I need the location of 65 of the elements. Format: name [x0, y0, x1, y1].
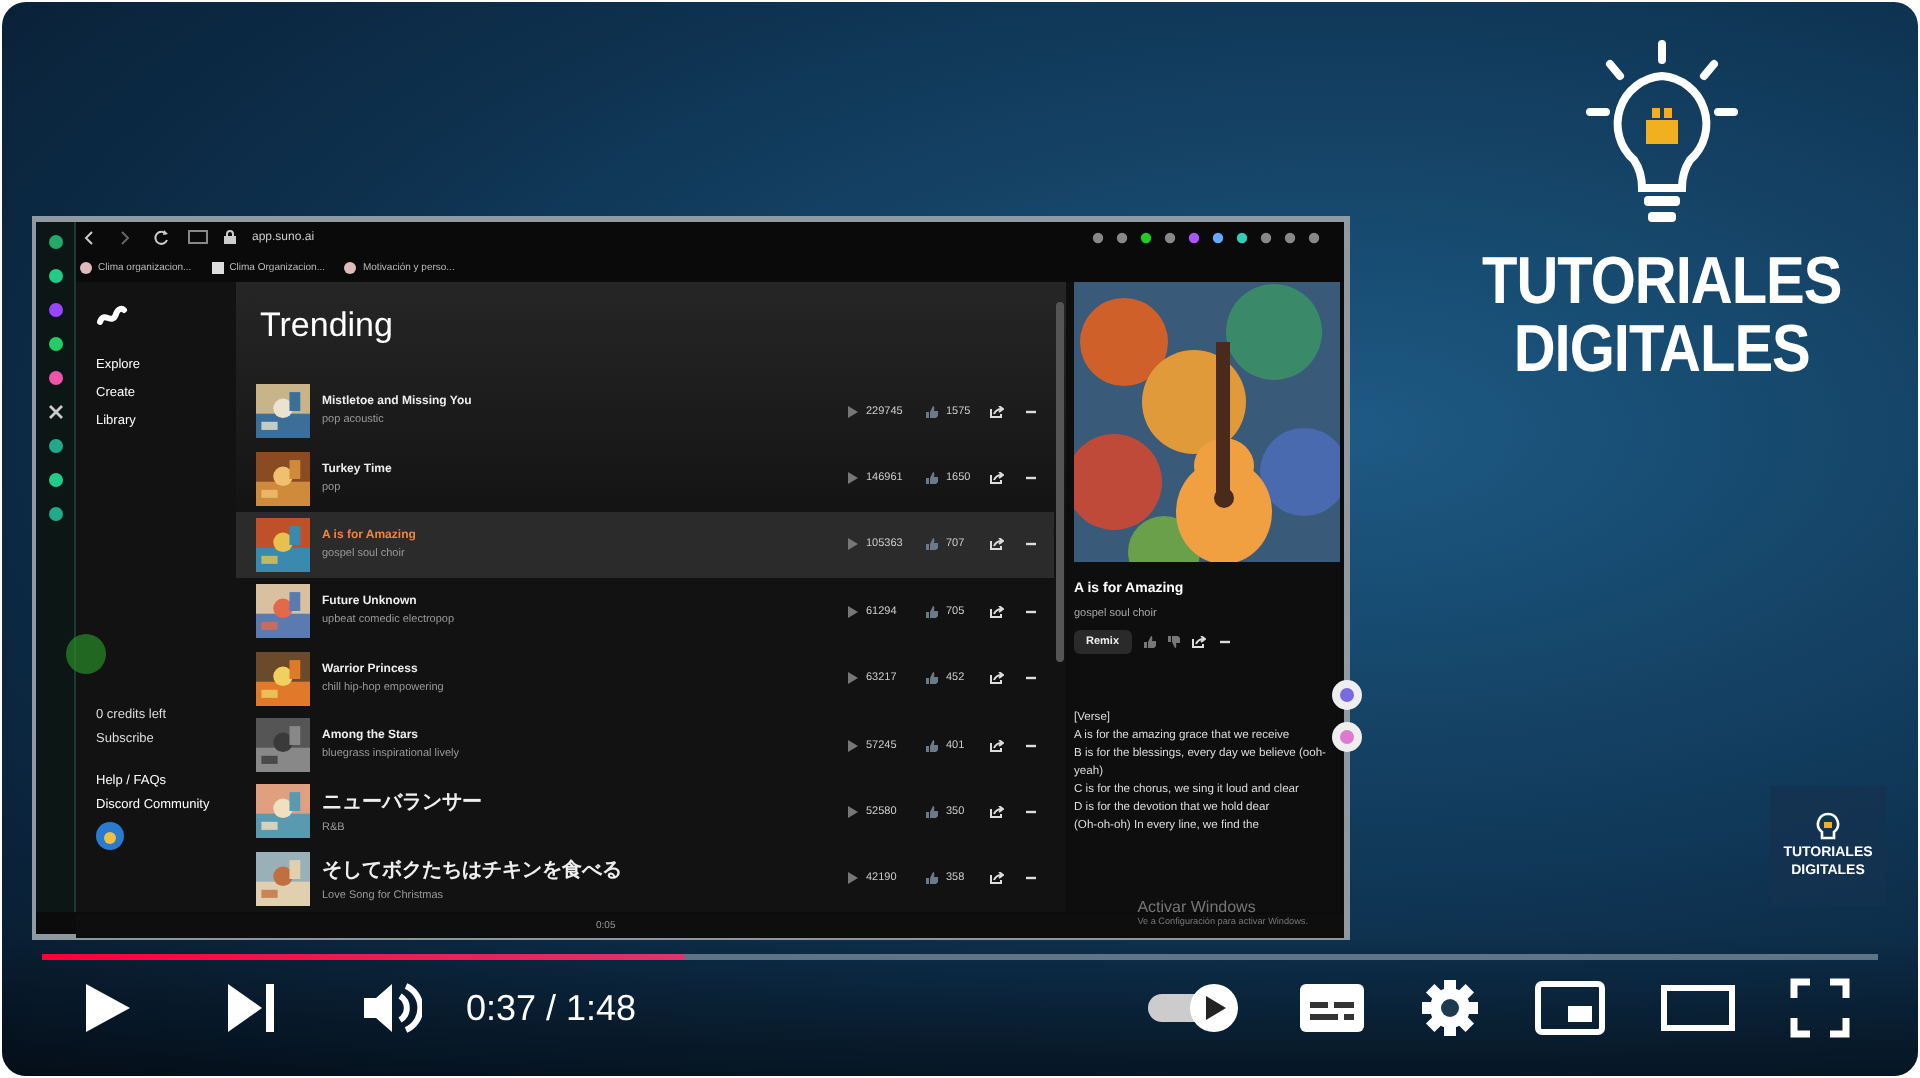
sidebar-app-icon[interactable]: [47, 336, 63, 352]
more-icon[interactable]: [1024, 805, 1038, 818]
scrollbar[interactable]: [1056, 302, 1064, 662]
subtitles-icon[interactable]: [1298, 982, 1366, 1034]
share-icon[interactable]: [990, 538, 1004, 551]
volume-icon[interactable]: [362, 980, 422, 1036]
logo-icon[interactable]: [96, 302, 128, 330]
thumbs-up-icon[interactable]: [926, 538, 938, 551]
share-icon[interactable]: [1191, 636, 1206, 648]
activation-title: Activar Windows: [1137, 898, 1258, 916]
app-icon: [1340, 688, 1354, 702]
thumbs-up-icon[interactable]: [926, 605, 938, 618]
sidebar-app-icon[interactable]: [47, 506, 63, 522]
settings-icon[interactable]: [1420, 978, 1480, 1038]
sidebar-app-icon[interactable]: [47, 234, 63, 250]
avatar-icon[interactable]: [96, 822, 124, 850]
thumbs-up-icon[interactable]: [926, 805, 938, 818]
thumbs-up-icon[interactable]: [926, 672, 938, 685]
theater-mode-icon[interactable]: [1660, 984, 1736, 1032]
floating-button[interactable]: [1332, 722, 1362, 752]
lock-icon: [224, 230, 236, 244]
share-icon[interactable]: [990, 672, 1004, 685]
thumbs-down-icon[interactable]: [1167, 636, 1180, 648]
floating-button[interactable]: [1332, 680, 1362, 710]
more-icon[interactable]: [1024, 405, 1038, 418]
share-icon[interactable]: [990, 805, 1004, 818]
sidebar-app-icon[interactable]: [47, 268, 63, 284]
bookmark-icon: [344, 261, 357, 273]
share-icon[interactable]: [990, 605, 1004, 618]
app-icon: [1340, 730, 1354, 744]
more-icon[interactable]: [1024, 605, 1038, 618]
share-icon[interactable]: [990, 872, 1004, 885]
more-icon[interactable]: [1024, 739, 1038, 752]
thumbs-up-icon[interactable]: [926, 405, 938, 418]
more-icon[interactable]: [1024, 538, 1038, 551]
more-icon[interactable]: [1024, 472, 1038, 485]
lightbulb-icon: [1816, 812, 1840, 844]
sidebar-app-icon[interactable]: [47, 438, 63, 454]
fullscreen-icon[interactable]: [1790, 978, 1850, 1038]
autoplay-toggle[interactable]: [1144, 982, 1244, 1034]
next-icon[interactable]: [224, 982, 276, 1034]
share-icon[interactable]: [990, 472, 1004, 485]
share-icon[interactable]: [990, 405, 1004, 418]
miniplayer-icon[interactable]: [1534, 980, 1606, 1036]
bookmark-icon: [211, 261, 224, 273]
more-icon[interactable]: [1024, 872, 1038, 885]
bookmark-icon: [80, 261, 92, 273]
page-title: Trending: [260, 306, 393, 346]
video-player[interactable]: [2, 2, 1918, 1076]
thumbs-up-icon[interactable]: [926, 872, 938, 885]
sidebar-app-icon[interactable]: [47, 472, 63, 488]
more-icon[interactable]: [1024, 672, 1038, 685]
more-icon[interactable]: [1217, 636, 1232, 648]
play-icon[interactable]: [82, 980, 134, 1036]
sidebar-app-icon[interactable]: [47, 370, 63, 386]
sidebar-app-icon[interactable]: [47, 404, 63, 420]
site-info-icon[interactable]: [188, 230, 208, 244]
thumbs-up-icon[interactable]: [926, 472, 938, 485]
reload-icon[interactable]: [152, 227, 172, 247]
song-title: ニューバランサー: [322, 790, 482, 817]
song-title: そしてボクたちはチキンを食べる: [322, 857, 622, 884]
time-display: 0:37 / 1:48: [466, 987, 637, 1029]
thumbs-up-icon[interactable]: [1143, 636, 1156, 648]
thumbs-up-icon[interactable]: [926, 739, 938, 752]
share-icon[interactable]: [990, 739, 1004, 752]
